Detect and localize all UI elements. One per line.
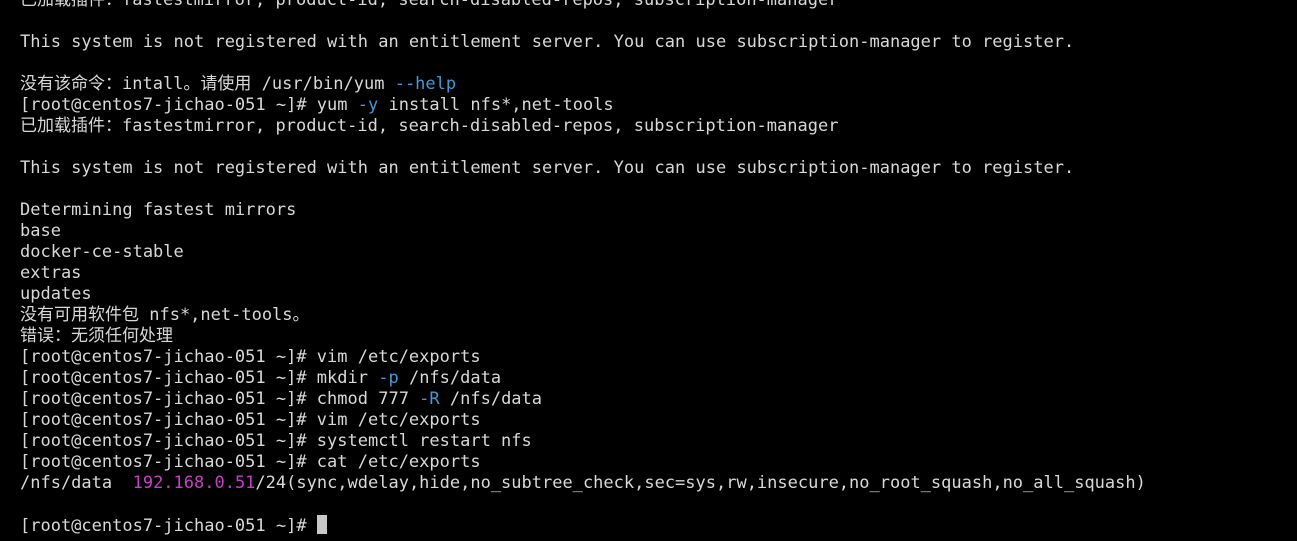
terminal-line: Determining fastest mirrors	[20, 200, 1146, 221]
output-text: [root@centos7-jichao-051 ~]# chmod 777	[20, 389, 420, 409]
terminal-line: [root@centos7-jichao-051 ~]# yum -y inst…	[20, 95, 1146, 116]
highlighted-token: 192.168.0.51	[132, 473, 256, 493]
output-text: [root@centos7-jichao-051 ~]#	[20, 516, 317, 536]
terminal-line: 已加载插件：fastestmirror, product-id, search-…	[20, 0, 1146, 11]
output-text: Determining fastest mirrors	[20, 200, 297, 220]
terminal-line: This system is not registered with an en…	[20, 32, 1146, 53]
terminal-line: 错误：无须任何处理	[20, 326, 1146, 347]
output-text: /nfs/data	[439, 389, 543, 409]
terminal-line: 已加载插件：fastestmirror, product-id, search-…	[20, 116, 1146, 137]
output-text: /nfs/data	[20, 473, 133, 493]
terminal-line: [root@centos7-jichao-051 ~]#	[20, 515, 1146, 536]
terminal-line: [root@centos7-jichao-051 ~]# systemctl r…	[20, 431, 1146, 452]
output-text: /nfs/data	[398, 368, 502, 388]
terminal-line: This system is not registered with an en…	[20, 158, 1146, 179]
terminal-line: [root@centos7-jichao-051 ~]# mkdir -p /n…	[20, 368, 1146, 389]
highlighted-token: --help	[394, 74, 457, 94]
output-text: [root@centos7-jichao-051 ~]# yum	[20, 95, 358, 115]
output-text: 错误：无须任何处理	[20, 326, 173, 346]
highlighted-token: -y	[357, 95, 379, 115]
output-text: install nfs*,net-tools	[378, 95, 614, 115]
highlighted-token: -p	[378, 368, 399, 388]
terminal-line: docker-ce-stable	[20, 242, 1146, 263]
output-text: /24(sync,wdelay,hide,no_subtree_check,se…	[255, 473, 1146, 493]
terminal-output: 已加载插件：fastestmirror, product-id, search-…	[20, 0, 1146, 536]
terminal-line: base	[20, 221, 1146, 242]
terminal-line: extras	[20, 263, 1146, 284]
output-text: updates	[20, 284, 92, 304]
output-text: [root@centos7-jichao-051 ~]# mkdir	[20, 368, 379, 388]
terminal-line: [root@centos7-jichao-051 ~]# vim /etc/ex…	[20, 410, 1146, 431]
output-text: extras	[20, 263, 82, 283]
output-text: 没有可用软件包 nfs*,net-tools。	[20, 305, 310, 325]
highlighted-token: -R	[419, 389, 440, 409]
output-text: [root@centos7-jichao-051 ~]# vim /etc/ex…	[20, 347, 481, 367]
output-text: [root@centos7-jichao-051 ~]# vim /etc/ex…	[20, 410, 481, 430]
output-text: This system is not registered with an en…	[20, 158, 1075, 178]
terminal-line: 没有可用软件包 nfs*,net-tools。	[20, 305, 1146, 326]
output-text: docker-ce-stable	[20, 242, 184, 262]
text-cursor[interactable]	[316, 515, 327, 534]
terminal-line: [root@centos7-jichao-051 ~]# chmod 777 -…	[20, 389, 1146, 410]
output-text: 已加载插件：fastestmirror, product-id, search-…	[20, 0, 839, 10]
output-text: base	[20, 221, 61, 241]
output-text: 已加载插件：fastestmirror, product-id, search-…	[20, 116, 839, 136]
terminal-line: 没有该命令：intall。请使用 /usr/bin/yum --help	[20, 74, 1146, 95]
output-text: This system is not registered with an en…	[20, 32, 1075, 52]
terminal-line: [root@centos7-jichao-051 ~]# cat /etc/ex…	[20, 452, 1146, 473]
terminal-window[interactable]: 已加载插件：fastestmirror, product-id, search-…	[0, 0, 1297, 541]
terminal-line: [root@centos7-jichao-051 ~]# vim /etc/ex…	[20, 347, 1146, 368]
output-text: [root@centos7-jichao-051 ~]# cat /etc/ex…	[20, 452, 481, 472]
output-text: 没有该命令：intall。请使用 /usr/bin/yum	[20, 74, 395, 94]
terminal-line: updates	[20, 284, 1146, 305]
terminal-line: /nfs/data 192.168.0.51/24(sync,wdelay,hi…	[20, 473, 1146, 494]
output-text: [root@centos7-jichao-051 ~]# systemctl r…	[20, 431, 532, 451]
